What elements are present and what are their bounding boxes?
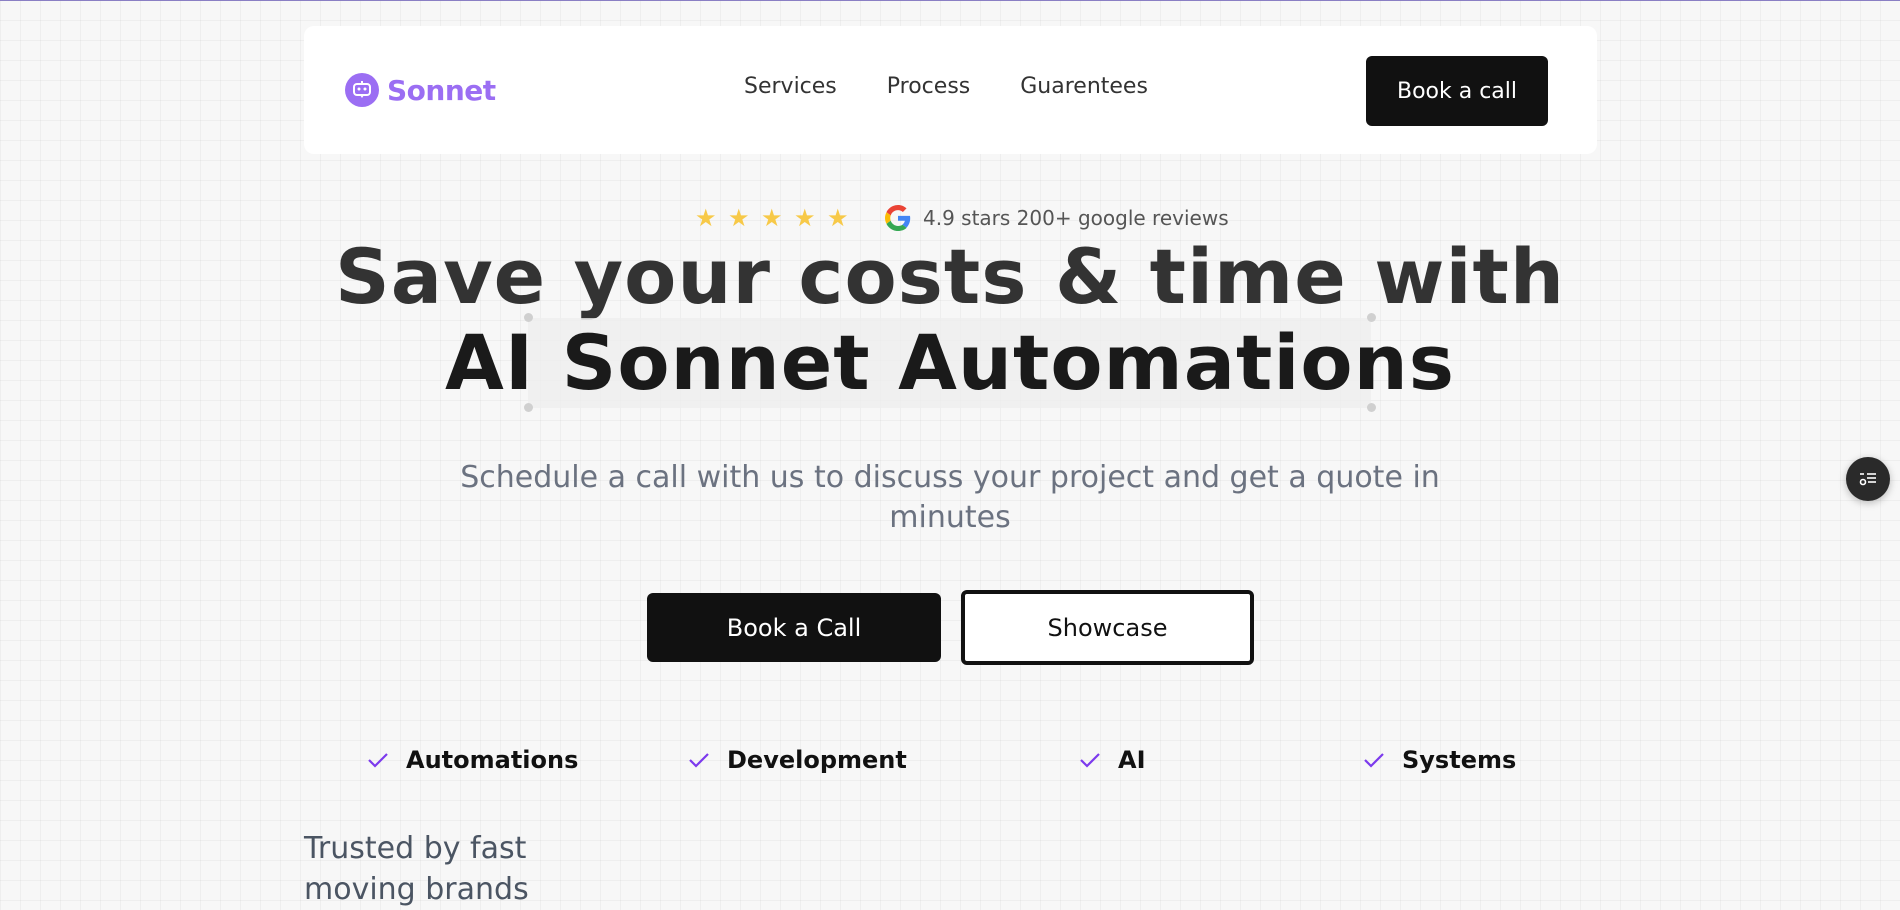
star-icon: ★ bbox=[827, 204, 849, 232]
hero-subtitle: Schedule a call with us to discuss your … bbox=[460, 460, 1440, 535]
top-border bbox=[0, 0, 1900, 1]
rating-row: ★ ★ ★ ★ ★ 4.9 stars 200+ google reviews bbox=[695, 205, 1229, 231]
star-icon: ★ bbox=[695, 204, 717, 232]
check-icon bbox=[1364, 753, 1384, 768]
nav-book-call-button[interactable]: Book a call bbox=[1366, 56, 1548, 126]
rating-text: 4.9 stars 200+ google reviews bbox=[923, 206, 1229, 230]
book-call-button[interactable]: Book a Call bbox=[647, 593, 941, 662]
navbar: Sonnet Services Process Guarentees Book … bbox=[304, 26, 1597, 154]
feature-automations: Automations bbox=[366, 746, 578, 774]
check-icon bbox=[1080, 753, 1100, 768]
feature-development: Development bbox=[687, 746, 907, 774]
star-icon: ★ bbox=[794, 204, 816, 232]
check-icon bbox=[689, 753, 709, 768]
stars: ★ ★ ★ ★ ★ bbox=[695, 206, 851, 230]
star-icon: ★ bbox=[728, 204, 750, 232]
feature-label: AI bbox=[1118, 746, 1146, 774]
feature-label: Development bbox=[727, 746, 907, 774]
hero-title-line2: AI Sonnet Automations bbox=[445, 318, 1455, 407]
brand-name: Sonnet bbox=[387, 73, 496, 107]
nav-links: Services Process Guarentees bbox=[744, 74, 1148, 99]
feature-label: Automations bbox=[406, 746, 579, 774]
logo[interactable]: Sonnet bbox=[345, 73, 496, 107]
settings-list-icon bbox=[1859, 473, 1876, 486]
floating-widget-button[interactable] bbox=[1846, 457, 1890, 501]
nav-link-process[interactable]: Process bbox=[887, 74, 970, 99]
robot-chat-icon bbox=[345, 73, 379, 107]
showcase-button[interactable]: Showcase bbox=[961, 590, 1254, 665]
google-icon bbox=[885, 205, 911, 231]
feature-label: Systems bbox=[1402, 746, 1517, 774]
feature-systems: Systems bbox=[1362, 746, 1516, 774]
nav-link-services[interactable]: Services bbox=[744, 74, 837, 99]
feature-ai: AI bbox=[1078, 746, 1146, 774]
hero-title-line1: Save your costs & time with bbox=[335, 232, 1565, 321]
trusted-heading: Trusted by fast moving brands bbox=[304, 831, 529, 907]
star-icon: ★ bbox=[761, 204, 783, 232]
nav-link-guarentees[interactable]: Guarentees bbox=[1020, 74, 1148, 99]
check-icon bbox=[368, 753, 388, 768]
